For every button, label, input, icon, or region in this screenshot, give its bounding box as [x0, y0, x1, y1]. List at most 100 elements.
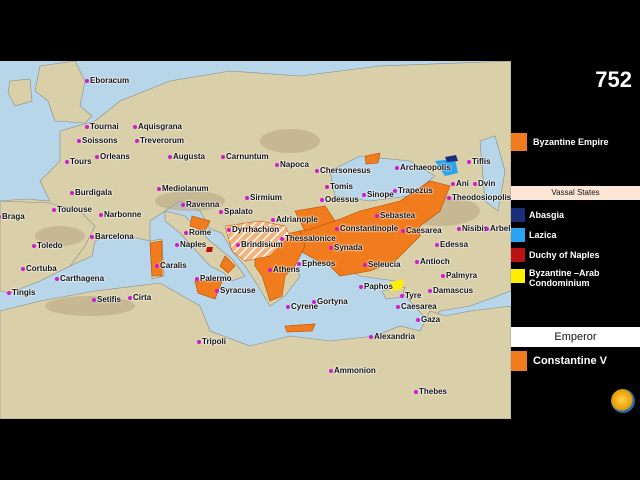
city-marker — [485, 227, 489, 231]
city-marker — [369, 335, 373, 339]
city-label: Barcelona — [95, 232, 134, 241]
city-label: Soissons — [82, 136, 118, 145]
city-label: Narbonne — [104, 210, 142, 219]
city-marker — [219, 210, 223, 214]
city-marker — [473, 182, 477, 186]
city-label: Theodosiopolis — [452, 193, 511, 202]
legend-swatch — [511, 228, 525, 242]
city-label: Napoca — [280, 160, 309, 169]
city-label: Braga — [2, 212, 25, 221]
ireland-land — [7, 78, 33, 107]
city-marker — [286, 305, 290, 309]
city-marker — [435, 243, 439, 247]
city-marker — [359, 285, 363, 289]
city-label: Tours — [70, 157, 92, 166]
city-label: Eboracum — [90, 76, 130, 85]
legend-item-duchy-of-naples: Duchy of Naples — [511, 248, 600, 262]
legend-panel: 752 Byzantine Empire Vassal States Abasg… — [511, 61, 640, 419]
city-label: Athens — [273, 265, 301, 274]
city-label: Brindisium — [241, 240, 283, 249]
legend-label: Lazica — [529, 230, 557, 240]
city-label: Dvin — [478, 179, 496, 188]
city-label: Sebastea — [380, 211, 416, 220]
city-marker — [467, 160, 471, 164]
city-marker — [441, 274, 445, 278]
city-marker — [184, 231, 188, 235]
legend-label: Byzantine –Arab Condominium — [529, 268, 600, 288]
city-marker — [85, 79, 89, 83]
city-label: Rome — [189, 228, 212, 237]
legend-item-abasgia: Abasgia — [511, 208, 564, 222]
city-marker — [271, 218, 275, 222]
city-marker — [245, 196, 249, 200]
city-label: Toledo — [37, 241, 63, 250]
legend-label: Byzantine Empire — [533, 137, 609, 147]
city-marker — [329, 369, 333, 373]
city-marker — [227, 228, 231, 232]
city-label: Edessa — [440, 240, 469, 249]
city-marker — [447, 196, 451, 200]
city-label: Adrianople — [276, 215, 318, 224]
city-marker — [195, 277, 199, 281]
city-label: Setifis — [97, 295, 122, 304]
city-label: Dyrrhachion — [232, 225, 280, 234]
city-label: Ammonion — [334, 366, 376, 375]
map-area: Eboracum Tournai Aquisgrana Soissons Tre… — [0, 61, 511, 419]
city-marker — [52, 208, 56, 212]
city-marker — [133, 125, 137, 129]
legend-swatch — [511, 133, 527, 151]
city-label: Chersonesus — [320, 166, 371, 175]
city-marker — [315, 169, 319, 173]
city-label: Cyrene — [291, 302, 319, 311]
city-label: Antioch — [420, 257, 450, 266]
city-marker — [375, 214, 379, 218]
city-marker — [400, 294, 404, 298]
city-marker — [416, 318, 420, 322]
city-marker — [135, 139, 139, 143]
city-label: Tingis — [12, 288, 36, 297]
city-marker — [236, 243, 240, 247]
city-label: Ephesos — [302, 259, 336, 268]
city-marker — [312, 300, 316, 304]
city-marker — [65, 160, 69, 164]
city-label: Archaeopolis — [400, 163, 451, 172]
city-marker — [451, 182, 455, 186]
city-label: Palmyra — [446, 271, 478, 280]
city-marker — [335, 227, 339, 231]
legend-swatch — [511, 269, 525, 283]
city-marker — [55, 277, 59, 281]
city-label: Ravenna — [186, 200, 220, 209]
city-marker — [168, 155, 172, 159]
city-marker — [414, 390, 418, 394]
city-marker — [181, 203, 185, 207]
emperor-name: Constantine V — [533, 355, 607, 367]
city-marker — [415, 260, 419, 264]
city-marker — [275, 163, 279, 167]
city-label: Treverorum — [140, 136, 185, 145]
city-marker — [175, 243, 179, 247]
city-label: Tripoli — [202, 337, 226, 346]
city-label: Caralis — [160, 261, 187, 270]
city-label: Gortyna — [317, 297, 348, 306]
city-marker — [197, 340, 201, 344]
city-marker — [457, 227, 461, 231]
city-label: Toulouse — [57, 205, 92, 214]
city-label: Caesarea — [401, 302, 437, 311]
city-marker — [280, 237, 284, 241]
city-label: Constantinople — [340, 224, 399, 233]
city-marker — [70, 191, 74, 195]
city-marker — [85, 125, 89, 129]
city-label: Carnuntum — [226, 152, 269, 161]
city-marker — [215, 289, 219, 293]
city-label: Synada — [334, 243, 363, 252]
city-marker — [325, 185, 329, 189]
city-marker — [363, 263, 367, 267]
city-label: Seleucia — [368, 260, 401, 269]
city-label: Burdigala — [75, 188, 112, 197]
city-label: Cortuba — [26, 264, 57, 273]
city-label: Augusta — [173, 152, 205, 161]
city-label: Arbela — [490, 224, 511, 233]
city-marker — [401, 229, 405, 233]
britain-land — [34, 61, 93, 124]
emperor-item: Constantine V — [511, 351, 607, 371]
